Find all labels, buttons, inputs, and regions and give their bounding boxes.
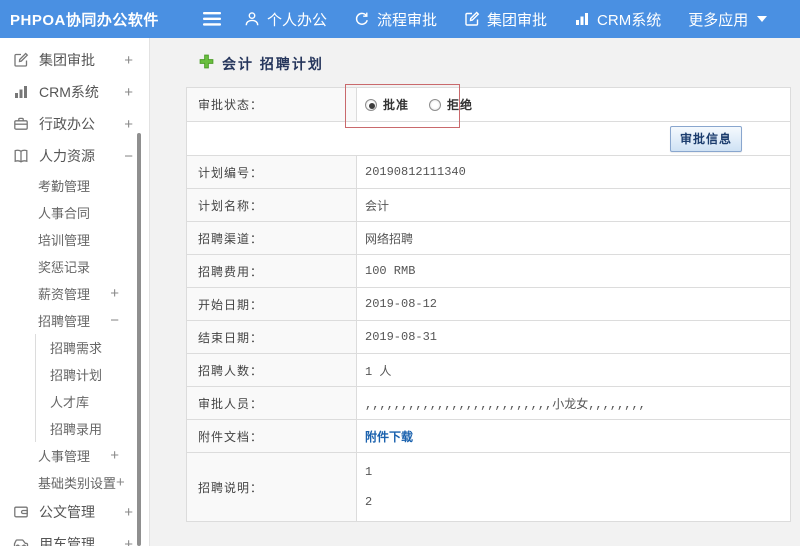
- attachment-value: 附件下载: [356, 419, 791, 453]
- edit-square-icon: [13, 52, 30, 69]
- headcount-value: 1 人: [356, 353, 791, 387]
- book-icon: [13, 148, 30, 165]
- plan-name-label: 计划名称：: [186, 188, 357, 222]
- plan-number-value: 20190812111340: [356, 155, 791, 189]
- table-row: 招聘费用： 100 RMB: [186, 254, 791, 288]
- end-date-label: 结束日期：: [186, 320, 357, 354]
- table-row: 结束日期： 2019-08-31: [186, 320, 791, 354]
- table-row: 审批状态： 批准 拒绝: [186, 87, 791, 122]
- table-row: 开始日期： 2019-08-12: [186, 287, 791, 321]
- sidebar-item-training[interactable]: 培训管理: [0, 226, 149, 253]
- sidebar-item-talent-pool[interactable]: 人才库: [36, 388, 149, 415]
- sidebar-item-recruit-hire[interactable]: 招聘录用: [36, 415, 149, 442]
- expand-toggle[interactable]: +: [124, 52, 133, 69]
- collapse-toggle[interactable]: −: [124, 148, 133, 165]
- attachment-label: 附件文档：: [186, 419, 357, 453]
- sidebar-item-hr-contract[interactable]: 人事合同: [0, 199, 149, 226]
- nav-crm-system[interactable]: CRM系统: [574, 9, 661, 30]
- sidebar-item-personnel[interactable]: 人事管理 +: [0, 442, 149, 469]
- recruit-channel-value: 网络招聘: [356, 221, 791, 255]
- sidebar-item-recruit-demand[interactable]: 招聘需求: [36, 334, 149, 361]
- approvers-label: 审批人员：: [186, 386, 357, 420]
- description-value: 1 2: [356, 452, 791, 522]
- table-row: 招聘渠道： 网络招聘: [186, 221, 791, 255]
- plan-number-label: 计划编号：: [186, 155, 357, 189]
- table-row: 审批人员： ,,,,,,,,,,,,,,,,,,,,,,,,,,小龙女,,,,,…: [186, 386, 791, 420]
- sidebar-item-group-approval[interactable]: 集团审批 +: [0, 44, 149, 76]
- recruitment-submenu: 招聘需求 招聘计划 人才库 招聘录用: [35, 334, 149, 442]
- nav-group-approval[interactable]: 集团审批: [464, 9, 547, 30]
- sidebar-item-rewards[interactable]: 奖惩记录: [0, 253, 149, 280]
- approval-status-value: 批准 拒绝: [356, 87, 791, 122]
- sidebar-item-basic-category[interactable]: 基础类别设置 +: [0, 469, 149, 496]
- top-navigation: 个人办公 流程审批 集团审批 CRM系统 更多应用: [244, 9, 768, 30]
- page-title: 会计 招聘计划: [222, 56, 324, 72]
- nav-more-apps[interactable]: 更多应用: [688, 9, 768, 30]
- sidebar-item-recruit-plan[interactable]: 招聘计划: [36, 361, 149, 388]
- description-label: 招聘说明：: [186, 452, 357, 522]
- plan-name-value: 会计: [356, 188, 791, 222]
- collapse-toggle[interactable]: −: [110, 312, 119, 329]
- expand-toggle[interactable]: +: [110, 447, 119, 464]
- sidebar-item-documents[interactable]: 公文管理 +: [0, 496, 149, 528]
- table-row: 审批信息: [186, 121, 791, 156]
- nav-personal-office[interactable]: 个人办公: [244, 9, 327, 30]
- car-icon: [13, 536, 30, 546]
- expand-toggle[interactable]: +: [124, 116, 133, 133]
- radio-approve-label: 批准: [383, 98, 410, 112]
- expand-toggle[interactable]: +: [124, 536, 133, 546]
- table-row: 计划名称： 会计: [186, 188, 791, 222]
- bar-chart-icon: [574, 11, 590, 27]
- user-icon: [244, 11, 260, 27]
- radio-reject-label: 拒绝: [447, 98, 474, 112]
- bar-chart-icon: [13, 84, 30, 101]
- table-row: 招聘说明： 1 2: [186, 452, 791, 522]
- recruit-channel-label: 招聘渠道：: [186, 221, 357, 255]
- topbar: PHPOA协同办公软件 个人办公 流程审批 集团审批 CRM系统 更多应用: [0, 0, 800, 38]
- headcount-label: 招聘人数：: [186, 353, 357, 387]
- sidebar: 集团审批 + CRM系统 + 行政办公 + 人力资源 − 考勤管理 人事合同 培…: [0, 38, 150, 546]
- add-icon[interactable]: [199, 54, 214, 74]
- page-title-row: 会计 招聘计划: [150, 38, 800, 74]
- approval-status-label: 审批状态：: [186, 87, 357, 122]
- recruit-cost-value: 100 RMB: [356, 254, 791, 288]
- description-line: 1: [365, 465, 373, 479]
- sidebar-item-salary[interactable]: 薪资管理 +: [0, 280, 149, 307]
- start-date-label: 开始日期：: [186, 287, 357, 321]
- caret-down-icon: [757, 16, 768, 22]
- attachment-download-link[interactable]: 附件下载: [365, 431, 413, 445]
- main-content: 会计 招聘计划 审批状态： 批准 拒绝 审批信息 计划编号： 2019081211…: [150, 38, 800, 546]
- table-row: 招聘人数： 1 人: [186, 353, 791, 387]
- expand-toggle[interactable]: +: [124, 84, 133, 101]
- approvers-value: ,,,,,,,,,,,,,,,,,,,,,,,,,,小龙女,,,,,,,,: [356, 386, 791, 420]
- hamburger-menu-icon[interactable]: [192, 12, 232, 26]
- radio-reject[interactable]: [429, 99, 442, 111]
- recruit-cost-label: 招聘费用：: [186, 254, 357, 288]
- expand-toggle[interactable]: +: [110, 285, 119, 302]
- end-date-value: 2019-08-31: [356, 320, 791, 354]
- app-logo: PHPOA协同办公软件: [10, 11, 159, 29]
- sidebar-item-crm[interactable]: CRM系统 +: [0, 76, 149, 108]
- table-row: 附件文档： 附件下载: [186, 419, 791, 453]
- expand-toggle[interactable]: +: [124, 504, 133, 521]
- sidebar-item-recruitment[interactable]: 招聘管理 −: [0, 307, 149, 334]
- nav-process-approval[interactable]: 流程审批: [354, 9, 437, 30]
- table-row: 计划编号： 20190812111340: [186, 155, 791, 189]
- document-folder-icon: [13, 504, 30, 521]
- process-refresh-icon: [354, 11, 370, 27]
- recruit-plan-detail-table: 审批状态： 批准 拒绝 审批信息 计划编号： 20190812111340 计划名…: [186, 87, 791, 522]
- description-line: 2: [365, 495, 373, 509]
- start-date-value: 2019-08-12: [356, 287, 791, 321]
- sidebar-item-vehicles[interactable]: 用车管理 +: [0, 528, 149, 546]
- approval-info-button[interactable]: 审批信息: [669, 125, 742, 152]
- expand-toggle[interactable]: +: [116, 474, 125, 491]
- sidebar-item-admin-office[interactable]: 行政办公 +: [0, 108, 149, 140]
- briefcase-icon: [13, 116, 30, 133]
- sidebar-item-attendance[interactable]: 考勤管理: [0, 172, 149, 199]
- radio-approve[interactable]: [365, 99, 377, 111]
- sidebar-item-human-resources[interactable]: 人力资源 −: [0, 140, 149, 172]
- edit-square-icon: [464, 11, 480, 27]
- sidebar-scrollbar[interactable]: [137, 133, 141, 546]
